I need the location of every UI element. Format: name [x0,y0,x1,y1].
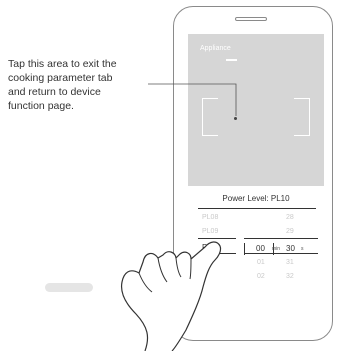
left-bracket-icon [202,98,218,136]
instruction-line: cooking parameter tab [8,72,113,84]
second-selected[interactable]: 30 [286,244,295,253]
instruction-line: function page. [8,100,74,112]
minute-option[interactable]: 02 [257,273,265,280]
second-option[interactable]: 32 [286,273,294,280]
minute-selected[interactable]: 00 [256,244,265,253]
instruction-line: and return to device [8,86,101,98]
tap-point-icon [234,117,237,120]
power-level-option[interactable]: PL08 [202,214,218,221]
power-level-selector-line [198,238,236,239]
second-option[interactable]: 28 [286,214,294,221]
minute-unit: min [272,246,281,252]
exit-tap-area[interactable]: Appliance [188,34,324,186]
time-selector-line [244,253,318,254]
power-level-option[interactable]: PL09 [202,228,218,235]
second-unit: s [301,246,304,252]
phone-screen: Appliance Power Level: PL10 PL08 PL09 PL… [188,34,324,316]
title-underline [226,59,237,61]
time-selector-line [244,238,318,239]
power-level-selector-line [198,253,236,254]
home-indicator[interactable] [45,283,93,292]
panel-divider [198,208,316,209]
instruction-callout: Tap this area to exit the cooking parame… [8,57,158,113]
second-option[interactable]: 31 [286,259,294,266]
instruction-line: Tap this area to exit the [8,58,117,70]
power-level-selected[interactable]: PL10 [202,243,221,252]
right-bracket-icon [294,98,310,136]
minute-option[interactable]: 01 [257,259,265,266]
app-title: Appliance [200,45,231,52]
phone-speaker [235,17,267,21]
power-level-label: Power Level: PL10 [222,194,290,203]
cooking-parameter-panel: Power Level: PL10 PL08 PL09 PL10 28 29 0… [188,186,324,316]
second-option[interactable]: 29 [286,228,294,235]
